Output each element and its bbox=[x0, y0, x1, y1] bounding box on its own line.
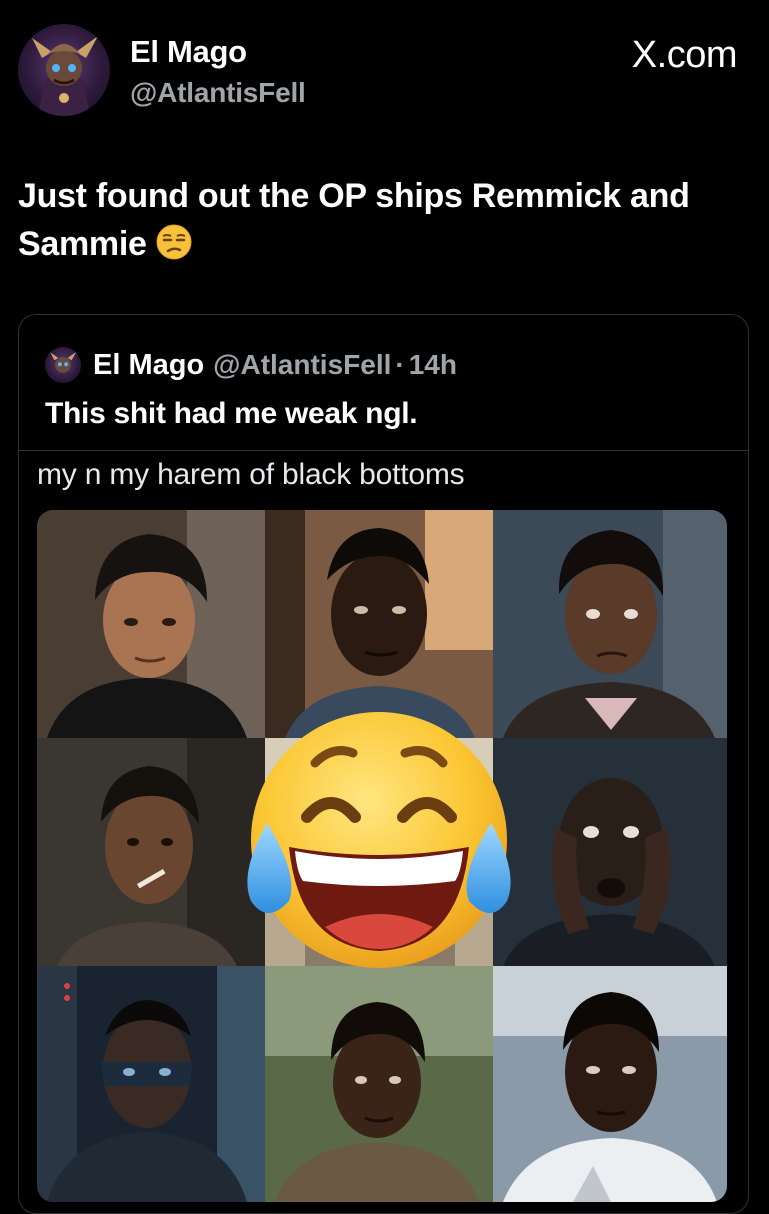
user-handle[interactable]: @AtlantisFell bbox=[130, 77, 306, 109]
grid-photo-2 bbox=[265, 510, 493, 738]
grid-photo-1 bbox=[37, 510, 265, 738]
quoted-post-header: El Mago @AtlantisFell · 14h bbox=[45, 345, 457, 385]
meme-caption: my n my harem of black bottoms bbox=[37, 458, 465, 491]
avatar-image bbox=[32, 36, 98, 116]
quoted-timestamp[interactable]: 14h bbox=[409, 349, 457, 381]
tweet-text: Just found out the OP ships Remmick and … bbox=[18, 172, 751, 274]
unamused-face-emoji-icon bbox=[155, 223, 193, 274]
grid-photo-4 bbox=[37, 738, 265, 966]
grid-photo-9 bbox=[493, 966, 727, 1202]
quoted-user-handle[interactable]: @AtlantisFell bbox=[213, 349, 391, 381]
grid-photo-7 bbox=[37, 966, 265, 1202]
display-name[interactable]: El Mago bbox=[130, 34, 247, 70]
quoted-post-text: This shit had me weak ngl. bbox=[45, 397, 418, 430]
quoted-display-name[interactable]: El Mago bbox=[93, 349, 204, 382]
avatar[interactable] bbox=[18, 24, 110, 116]
grid-photo-8 bbox=[265, 966, 493, 1202]
grid-photo-6 bbox=[493, 738, 727, 966]
site-label: X.com bbox=[631, 34, 738, 76]
quoted-avatar-image bbox=[50, 351, 77, 373]
grid-photo-3 bbox=[493, 510, 727, 738]
quoted-avatar[interactable] bbox=[45, 347, 81, 383]
quoted-separator: · bbox=[395, 349, 405, 380]
divider bbox=[19, 450, 748, 451]
face-with-tears-of-joy-icon bbox=[237, 705, 521, 975]
tweet-header: El Mago @AtlantisFell X.com bbox=[18, 22, 751, 122]
tweet-text-content: Just found out the OP ships Remmick and … bbox=[18, 177, 690, 263]
